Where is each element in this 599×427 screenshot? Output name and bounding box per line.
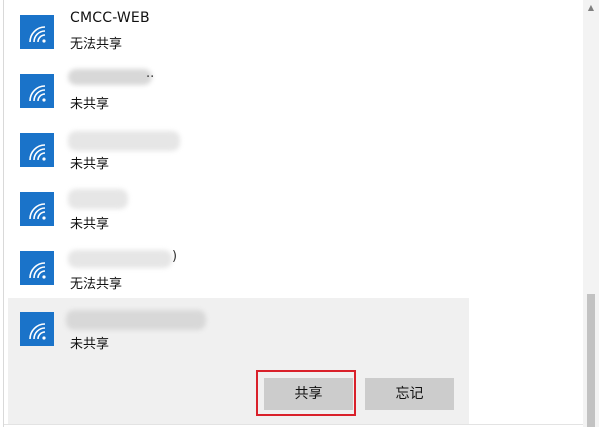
wifi-network-list-window: CMCC-WEB 无法共享 .. 未共享 未共享 未共享) 无法共享 未共享 … — [0, 0, 599, 427]
network-item[interactable]: CMCC-WEB 无法共享 — [8, 0, 469, 60]
share-button-highlight-outline — [256, 370, 356, 416]
network-status: 无法共享 — [70, 277, 123, 292]
list-bottom-divider — [4, 424, 583, 425]
scrollbar-thumb[interactable] — [587, 294, 595, 427]
wifi-icon — [20, 251, 54, 285]
network-name-fragment: ) — [172, 249, 178, 264]
network-status: 未共享 — [70, 157, 110, 172]
network-status: 未共享 — [70, 97, 110, 112]
network-status: 未共享 — [70, 337, 110, 352]
wifi-icon — [20, 133, 54, 167]
redacted-network-name — [68, 250, 172, 268]
network-item[interactable]: .. 未共享 — [8, 60, 469, 120]
wifi-icon — [20, 192, 54, 226]
redacted-network-name — [68, 131, 180, 151]
redacted-network-name — [68, 189, 128, 209]
forget-button[interactable]: 忘记 — [365, 378, 454, 410]
scroll-up-arrow-icon[interactable]: ▲ — [585, 3, 597, 13]
network-status: 未共享 — [70, 217, 110, 232]
network-item[interactable]: 未共享 — [8, 180, 469, 240]
network-name-fragment: .. — [146, 66, 155, 81]
redacted-network-name — [66, 310, 206, 330]
network-name: CMCC-WEB — [70, 10, 150, 26]
network-item[interactable]: 未共享 — [8, 120, 469, 180]
network-list: CMCC-WEB 无法共享 .. 未共享 未共享 未共享) 无法共享 未共享 — [4, 0, 582, 427]
redacted-network-name — [68, 69, 152, 85]
wifi-icon — [20, 15, 54, 49]
wifi-icon — [20, 312, 54, 346]
wifi-icon — [20, 74, 54, 108]
network-status: 无法共享 — [70, 37, 123, 52]
network-item[interactable]: ) 无法共享 — [8, 240, 469, 300]
